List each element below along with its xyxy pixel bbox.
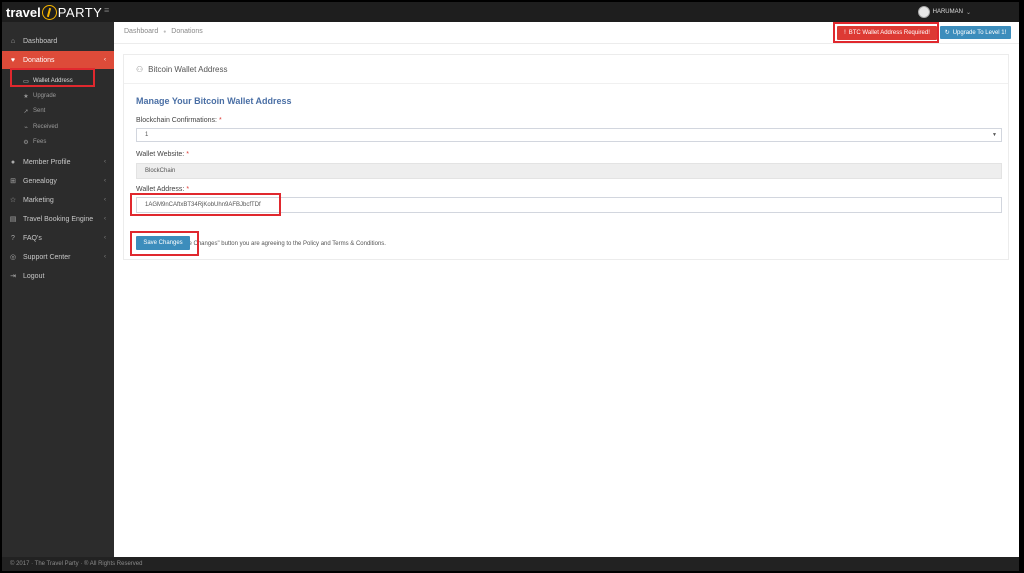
user-icon: ● xyxy=(10,158,16,166)
btc-wallet-required-button[interactable]: ! BTC Wallet Address Required! xyxy=(837,26,937,40)
sidebar: ⌂ Dashboard ♥ Donations ‹ ▭ Wallet Addre… xyxy=(2,22,114,557)
website-value: BlockChain xyxy=(145,168,176,174)
sidebar-item-label: Dashboard xyxy=(23,37,58,45)
user-name: HARUMAN xyxy=(932,9,963,15)
star-icon: ☆ xyxy=(9,197,17,204)
chart-icon: ⌁ xyxy=(24,124,28,131)
panel-title: Bitcoin Wallet Address xyxy=(148,64,228,74)
sidebar-item-label: Donations xyxy=(23,56,55,64)
website-label: Wallet Website: * xyxy=(136,151,189,158)
top-bar: travel PARTY ≡ HARUMAN ⌄ xyxy=(2,2,1019,22)
sidebar-item-dashboard[interactable]: ⌂ Dashboard xyxy=(2,32,114,50)
gear-icon: ⚙ xyxy=(23,139,29,146)
sidebar-item-label: Support Center xyxy=(23,253,71,261)
breadcrumb-separator-icon: ● xyxy=(163,28,167,35)
chevron-left-icon: ‹ xyxy=(104,197,106,203)
chevron-left-icon: ‹ xyxy=(104,178,106,184)
ticket-icon: ▤ xyxy=(9,216,17,223)
refresh-icon: ↻ xyxy=(944,30,950,36)
wallet-address-value: 1AGM9nCAftxBT34RjKobUhn9AFBJbcfTDf xyxy=(145,202,261,208)
question-icon: ? xyxy=(11,234,15,242)
breadcrumb-current: Donations xyxy=(171,28,203,35)
sidebar-subitem-label: Received xyxy=(33,124,59,130)
footer: © 2017 · The Travel Party · ® All Rights… xyxy=(2,557,1019,571)
required-mark: * xyxy=(218,117,222,124)
upgrade-level-label: Upgrade To Level 1! xyxy=(952,29,1007,36)
star-icon: ★ xyxy=(23,93,29,100)
wallet-panel: ⚇ Bitcoin Wallet Address Manage Your Bit… xyxy=(123,54,1009,260)
sidebar-subitem-wallet-address[interactable]: ▭ Wallet Address xyxy=(2,74,114,88)
wallet-address-input[interactable]: 1AGM9nCAftxBT34RjKobUhn9AFBJbcfTDf xyxy=(136,197,1002,213)
sidebar-subitem-label: Upgrade xyxy=(33,93,57,99)
required-mark: * xyxy=(186,151,189,158)
sidebar-item-logout[interactable]: ⇥ Logout xyxy=(2,267,114,285)
send-icon: ➚ xyxy=(23,108,29,115)
btc-wallet-required-label: BTC Wallet Address Required! xyxy=(848,30,930,36)
palm-logo-icon xyxy=(41,4,57,20)
brand-logo[interactable]: travel PARTY xyxy=(6,4,102,20)
card-icon: ▭ xyxy=(23,78,29,85)
sidebar-item-label: Genealogy xyxy=(23,177,57,185)
chevron-left-icon: ‹ xyxy=(104,216,106,222)
sidebar-subitem-label: Fees xyxy=(33,139,47,145)
address-label: Wallet Address: * xyxy=(136,186,189,193)
breadcrumb-dashboard[interactable]: Dashboard xyxy=(124,28,158,35)
save-changes-button[interactable]: Save Changes xyxy=(136,236,190,250)
website-field: BlockChain xyxy=(136,163,1002,179)
sidebar-item-travel-booking-engine[interactable]: ▤ Travel Booking Engine ‹ xyxy=(2,210,114,228)
required-mark: * xyxy=(186,186,190,193)
sidebar-item-label: Member Profile xyxy=(23,158,71,166)
app-window: travel PARTY ≡ HARUMAN ⌄ ⌂ Dashboard ♥ D… xyxy=(2,2,1019,571)
sidebar-subitem-label: Sent xyxy=(33,108,46,114)
confirmations-select[interactable]: 1 ▼ xyxy=(136,128,1002,142)
alert-icon: ! xyxy=(844,30,846,36)
avatar xyxy=(917,6,930,18)
breadcrumb-divider xyxy=(114,43,1019,44)
user-outline-icon: ⚇ xyxy=(136,64,144,74)
caret-down-icon: ▼ xyxy=(992,132,997,138)
section-title: Manage Your Bitcoin Wallet Address xyxy=(136,96,292,106)
chevron-down-icon: ⌄ xyxy=(965,9,971,16)
sidebar-item-genealogy[interactable]: ⊞ Genealogy ‹ xyxy=(2,172,114,190)
sidebar-subitem-label: Wallet Address xyxy=(33,78,73,84)
menu-toggle-icon[interactable]: ≡ xyxy=(104,6,112,15)
confirmations-label-text: Blockchain Confirmations: xyxy=(136,117,217,124)
user-menu[interactable]: HARUMAN ⌄ xyxy=(917,4,971,20)
sidebar-item-marketing[interactable]: ☆ Marketing ‹ xyxy=(2,191,114,209)
breadcrumb: Dashboard ● Donations xyxy=(124,28,203,35)
panel-header: ⚇ Bitcoin Wallet Address xyxy=(124,55,1008,84)
sidebar-item-support-center[interactable]: ◎ Support Center ‹ xyxy=(2,248,114,266)
confirmations-label: Blockchain Confirmations: * xyxy=(136,117,222,124)
sidebar-item-label: Logout xyxy=(23,272,45,280)
heart-icon: ♥ xyxy=(10,56,16,64)
sidebar-subitem-upgrade[interactable]: ★ Upgrade xyxy=(2,89,114,103)
sidebar-subitem-sent[interactable]: ➚ Sent xyxy=(2,104,114,118)
sidebar-item-label: FAQ's xyxy=(23,234,42,242)
logout-icon: ⇥ xyxy=(10,273,16,280)
sidebar-item-member-profile[interactable]: ● Member Profile ‹ xyxy=(2,153,114,171)
brand-party: PARTY xyxy=(57,4,103,20)
confirmations-value: 1 xyxy=(145,132,149,138)
chevron-left-icon: ‹ xyxy=(104,254,106,260)
brand-travel: travel xyxy=(6,4,41,20)
home-icon: ⌂ xyxy=(10,37,16,45)
upgrade-level-button[interactable]: ↻ Upgrade To Level 1! xyxy=(940,26,1011,39)
lifebuoy-icon: ◎ xyxy=(9,254,17,261)
chevron-left-icon: ‹ xyxy=(104,235,106,241)
sidebar-item-label: Travel Booking Engine xyxy=(23,215,94,223)
sidebar-item-faqs[interactable]: ? FAQ's ‹ xyxy=(2,229,114,247)
address-label-text: Wallet Address: xyxy=(136,186,185,193)
chevron-left-icon: ‹ xyxy=(104,159,106,165)
sidebar-subitem-fees[interactable]: ⚙ Fees xyxy=(2,135,114,149)
website-label-text: Wallet Website: xyxy=(136,151,185,158)
sidebar-subitem-received[interactable]: ⌁ Received xyxy=(2,120,114,134)
chevron-left-icon: ‹ xyxy=(104,57,106,63)
sidebar-item-label: Marketing xyxy=(23,196,54,204)
sidebar-item-donations[interactable]: ♥ Donations ‹ xyxy=(2,51,114,69)
main-content: Dashboard ● Donations ! BTC Wallet Addre… xyxy=(114,22,1019,557)
sitemap-icon: ⊞ xyxy=(10,178,16,185)
